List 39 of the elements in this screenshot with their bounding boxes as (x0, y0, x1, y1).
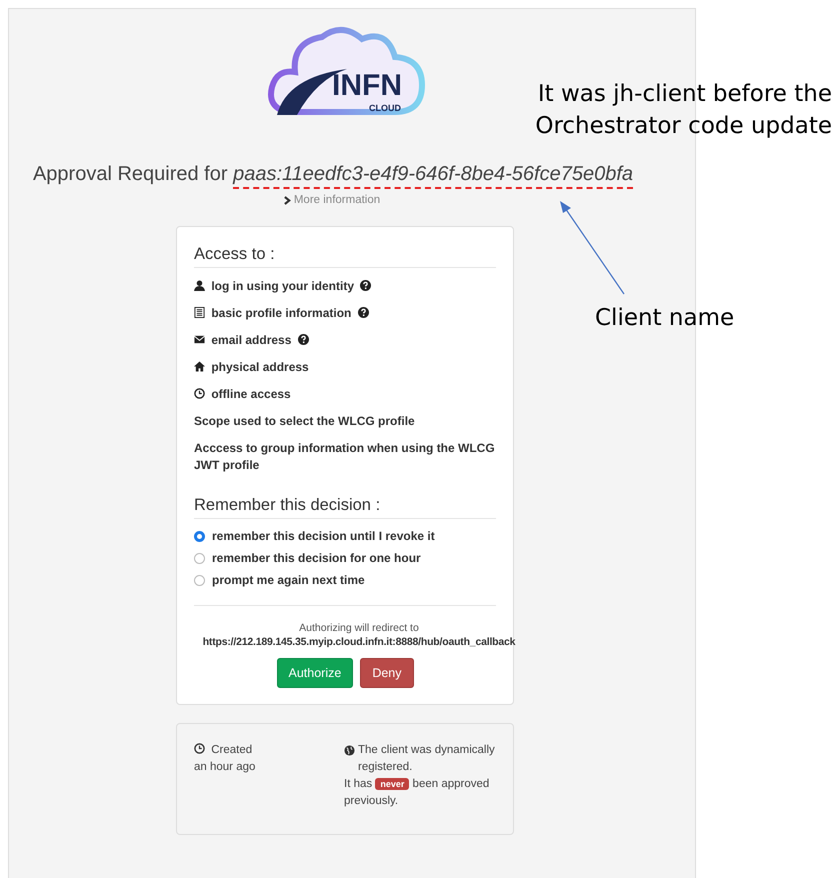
clock-icon (194, 743, 205, 754)
help-icon[interactable] (298, 334, 309, 345)
radio-button[interactable] (194, 552, 205, 564)
radio-button[interactable] (194, 530, 205, 542)
option-label: remember this decision for one hour (212, 551, 421, 565)
scope-label: Scope used to select the WLCG profile (194, 414, 415, 428)
approval-text: It has never been approved previously. (344, 777, 490, 809)
section-heading: Remember this decision : (194, 496, 496, 519)
option-label: prompt me again next time (212, 573, 365, 587)
redirect-caption: Authorizing will redirect to (299, 622, 419, 634)
approval-title: Approval Required for paas:11eedfc3-e4f9-646f-8be4-56fce75e0bfa (32, 163, 634, 186)
globe-icon (344, 745, 355, 756)
envelope-icon (194, 334, 205, 345)
home-icon (194, 361, 205, 372)
chevron-icon (284, 196, 291, 204)
scope-label: email address (211, 333, 292, 347)
more-information-link[interactable]: More information (284, 194, 380, 206)
redirect-url: https://212.189.145.35.myip.cloud.infn.it:8888/hub/oauth_callback (202, 636, 516, 648)
scope-label: log in using your identity (211, 279, 354, 293)
scope-label: basic profile information (211, 306, 352, 320)
annotation-note: It was jh-client before the Orchestrator code update (534, 80, 832, 141)
scope-label: Acccess to group information when using the WLCG JWT profile (194, 441, 495, 472)
annotation-label: Client name (595, 305, 734, 331)
user-icon (194, 280, 205, 291)
clock-icon (194, 388, 205, 399)
help-icon[interactable] (360, 280, 372, 291)
deny-button[interactable]: Deny (360, 658, 414, 688)
list-icon (194, 307, 205, 318)
scope-label: offline access (211, 387, 291, 401)
registration-text: The client was dynamically registered. (358, 743, 496, 775)
created-time: an hour ago (194, 760, 256, 775)
section-heading: Access to : (194, 245, 496, 268)
authorize-button[interactable]: Authorize (276, 658, 354, 688)
help-icon[interactable] (358, 307, 369, 318)
created-label: Created (211, 744, 252, 756)
scope-label: physical address (211, 360, 309, 374)
never-badge: never (375, 778, 410, 790)
radio-button[interactable] (194, 574, 205, 586)
option-label: remember this decision until I revoke it (212, 529, 435, 543)
